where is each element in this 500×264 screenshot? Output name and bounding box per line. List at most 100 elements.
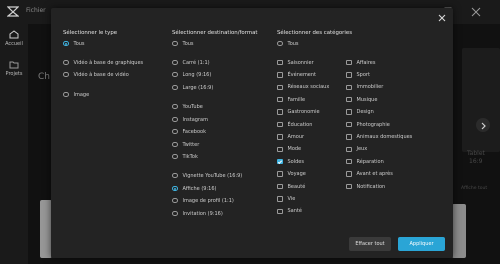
checkbox[interactable] [346, 121, 352, 128]
checkbox[interactable] [346, 59, 352, 66]
category-option[interactable]: Animaux domestiques [346, 133, 412, 140]
destination-option[interactable]: Vignette YouTube (16:9) [172, 172, 242, 179]
radio-button[interactable] [63, 91, 69, 98]
window-close-icon[interactable] [470, 6, 482, 18]
category-option[interactable]: Vie [277, 195, 295, 202]
destination-option[interactable]: YouTube [172, 103, 203, 110]
checkbox[interactable] [277, 84, 283, 91]
destination-option[interactable]: Facebook [172, 128, 206, 135]
category-option[interactable]: Musique [346, 96, 377, 103]
carousel-next-button[interactable] [476, 118, 490, 132]
type-option[interactable]: Vidéo à base de vidéo [63, 71, 129, 78]
checkbox[interactable] [277, 158, 283, 165]
destination-option[interactable]: Image de profil (1:1) [172, 197, 234, 204]
checkbox[interactable] [277, 134, 283, 140]
destination-option[interactable]: Large (16:9) [172, 84, 213, 91]
checkbox[interactable] [346, 158, 352, 165]
checkbox[interactable] [346, 171, 352, 177]
rail-item-home[interactable]: Accueil [0, 30, 28, 47]
type-option[interactable]: Image [63, 91, 89, 98]
radio-button[interactable] [172, 59, 178, 66]
radio-button[interactable] [172, 71, 178, 78]
category-option[interactable]: Design [346, 109, 374, 116]
destination-option[interactable]: Long (9:16) [172, 71, 211, 78]
rail-label-home: Accueil [5, 41, 23, 47]
destination-option[interactable]: TikTok [172, 153, 198, 160]
destination-option[interactable]: Carré (1:1) [172, 59, 210, 66]
category-option[interactable]: Beauté [277, 183, 305, 190]
checkbox[interactable] [277, 171, 283, 177]
checkbox[interactable] [346, 146, 352, 153]
rail-item-projects[interactable]: Projets [0, 60, 28, 77]
destination-option[interactable]: Invitation (9:16) [172, 210, 223, 217]
radio-button[interactable] [172, 116, 178, 123]
category-option[interactable]: Soldes [277, 158, 304, 165]
destination-label: Carré (1:1) [182, 59, 210, 66]
category-option[interactable]: Affaires [346, 59, 375, 66]
radio-button[interactable] [172, 172, 178, 179]
radio-button[interactable] [172, 128, 178, 135]
checkbox[interactable] [277, 109, 283, 115]
destination-label: Twitter [182, 141, 200, 148]
folder-icon [9, 61, 19, 69]
checkbox[interactable] [277, 208, 283, 215]
category-option[interactable]: Réseaux sociaux [277, 84, 329, 91]
checkbox[interactable] [277, 146, 283, 153]
category-label: Beauté [287, 183, 306, 190]
file-menu[interactable]: Fichier [26, 7, 46, 14]
category-option[interactable]: Immobilier [346, 84, 383, 91]
category-option[interactable]: Réparation [346, 158, 384, 165]
destination-option[interactable]: Tous [172, 40, 194, 47]
category-option[interactable]: Amour [277, 133, 304, 140]
checkbox[interactable] [346, 109, 352, 115]
category-option[interactable]: Saisonnier [277, 59, 314, 66]
radio-button[interactable] [172, 210, 178, 217]
category-option[interactable]: Événement [277, 71, 316, 78]
category-option[interactable]: Mode [277, 146, 301, 153]
category-option[interactable]: Éducation [277, 121, 312, 128]
radio-button[interactable] [172, 103, 178, 110]
category-option[interactable]: Voyage [277, 171, 306, 178]
category-option[interactable]: Gastronomie [277, 109, 320, 116]
radio-button[interactable] [172, 84, 178, 91]
checkbox[interactable] [346, 72, 352, 78]
destination-label: Large (16:9) [182, 84, 214, 91]
radio-button[interactable] [172, 153, 178, 160]
type-option[interactable]: Vidéo à base de graphiques [63, 59, 143, 66]
radio-button[interactable] [172, 141, 178, 148]
radio-button[interactable] [63, 40, 69, 47]
clear-all-button[interactable]: Effacer tout [349, 237, 391, 251]
checkbox[interactable] [346, 183, 352, 190]
category-option-all[interactable]: Tous [277, 40, 299, 47]
category-option[interactable]: Jeux [346, 146, 367, 153]
filter-dialog: Sélectionner le type Tous Vidéo à base de… [51, 8, 453, 258]
destination-option[interactable]: Twitter [172, 141, 199, 148]
apply-button[interactable]: Appliquer [398, 237, 445, 251]
checkbox[interactable] [277, 72, 283, 78]
type-option[interactable]: Tous [63, 40, 85, 47]
radio-button[interactable] [172, 40, 178, 47]
category-option[interactable]: Sport [346, 71, 370, 78]
category-option[interactable]: Photographie [346, 121, 390, 128]
category-option[interactable]: Famille [277, 96, 305, 103]
radio-button[interactable] [172, 185, 178, 192]
destination-option[interactable]: Affiche (9:16) [172, 185, 216, 192]
radio-button[interactable] [277, 40, 283, 47]
checkbox[interactable] [277, 121, 283, 128]
checkbox[interactable] [277, 196, 283, 202]
category-option[interactable]: Avant et après [346, 171, 393, 178]
checkbox[interactable] [277, 96, 283, 103]
destination-option[interactable]: Instagram [172, 116, 208, 123]
close-icon[interactable] [437, 13, 447, 23]
category-option[interactable]: Notification [346, 183, 385, 190]
checkbox[interactable] [346, 84, 352, 91]
radio-button[interactable] [63, 59, 69, 66]
radio-button[interactable] [172, 197, 178, 204]
category-option[interactable]: Santé [277, 208, 302, 215]
category-label: Famille [287, 96, 306, 103]
checkbox[interactable] [277, 59, 283, 66]
checkbox[interactable] [346, 134, 352, 140]
checkbox[interactable] [346, 96, 352, 103]
checkbox[interactable] [277, 183, 283, 190]
radio-button[interactable] [63, 71, 69, 78]
